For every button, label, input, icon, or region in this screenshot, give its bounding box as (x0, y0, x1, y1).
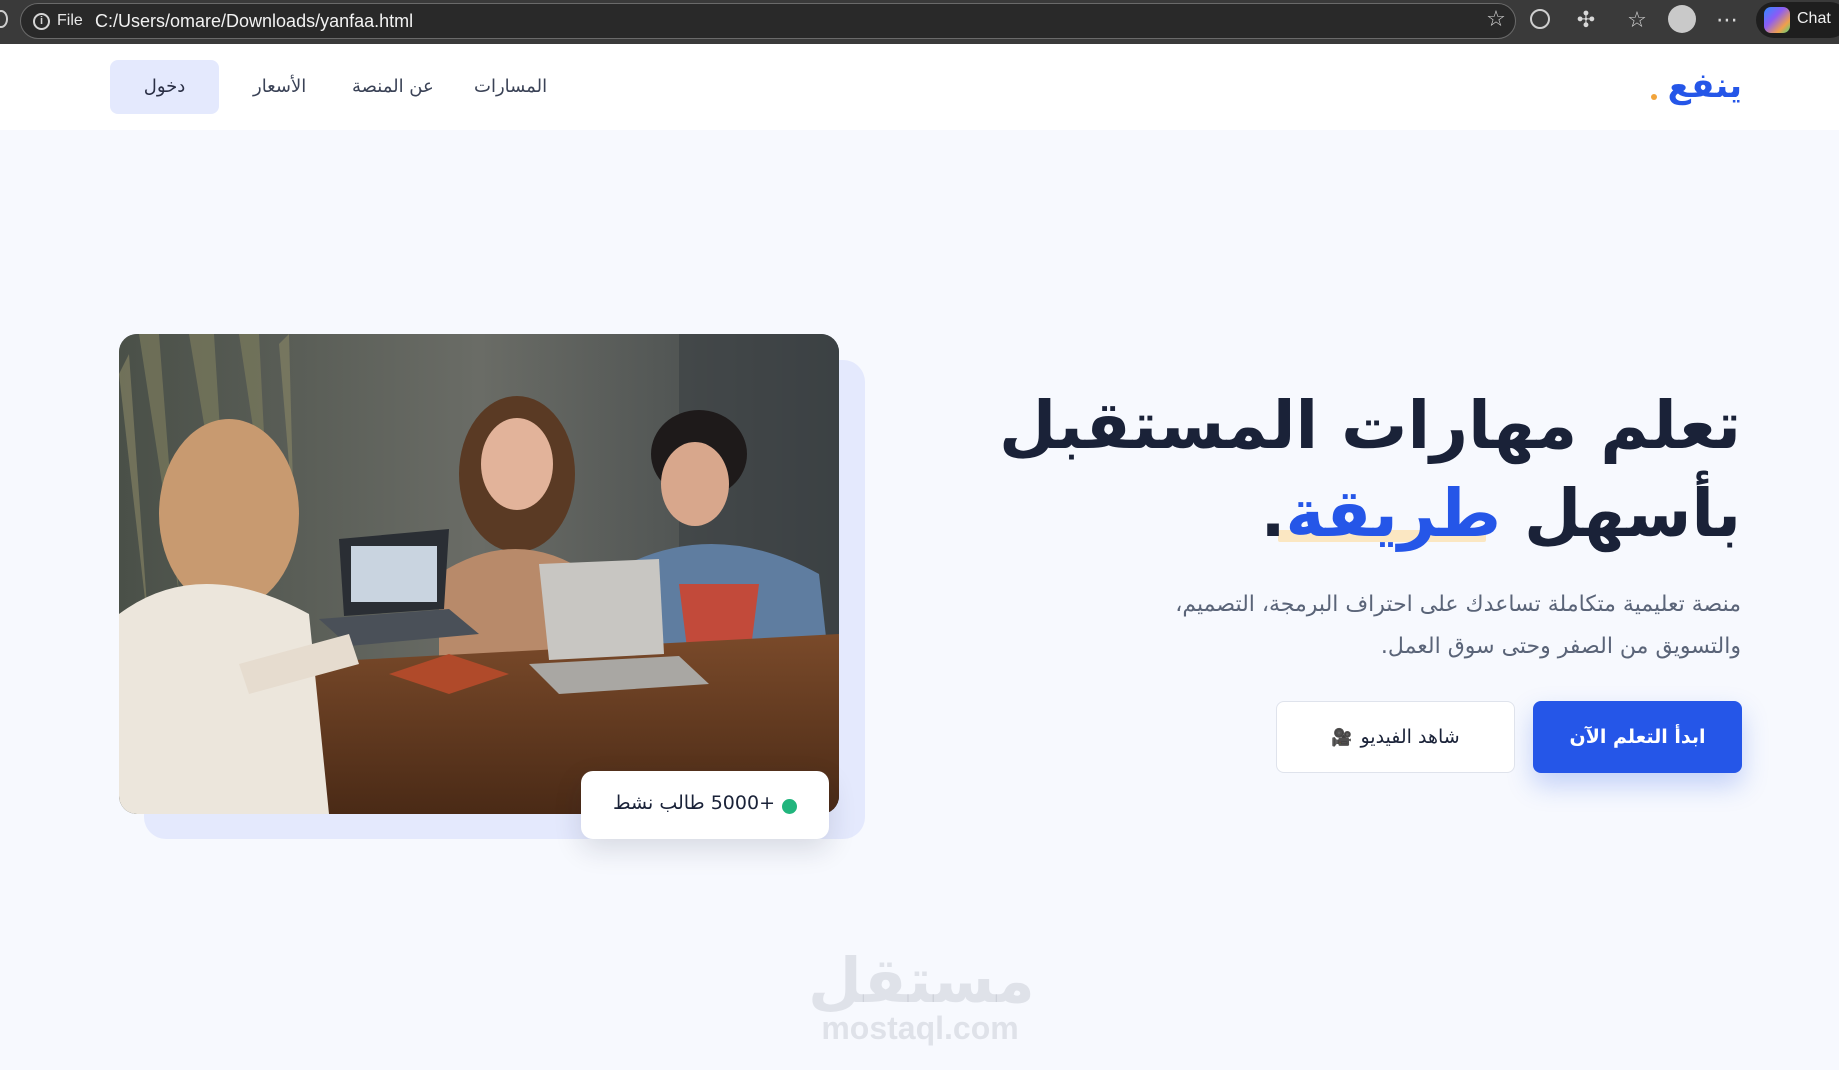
watermark-latin: mostaql.com (821, 1010, 1019, 1046)
hero-title-line1: تعلم مهارات المستقبل (999, 387, 1741, 464)
watch-video-button[interactable]: 🎥 شاهد الفيديو (1276, 701, 1515, 773)
copilot-chat-button[interactable]: Chat (1756, 2, 1839, 38)
start-learning-button[interactable]: ابدأ التعلم الآن (1533, 701, 1742, 773)
site-header: دخول الأسعار عن المنصة المسارات ينفع (0, 44, 1839, 130)
star-icon[interactable]: ☆ (1483, 7, 1509, 33)
video-camera-icon: 🎥 (1331, 728, 1353, 748)
address-url[interactable]: C:/Users/omare/Downloads/yanfaa.html (95, 11, 413, 32)
hero-title-accent: طريقة (1285, 475, 1502, 552)
browser-toolbar: i File C:/Users/omare/Downloads/yanfaa.h… (0, 0, 1839, 44)
hero-title: تعلم مهارات المستقبل بأسهل طريقة. (941, 382, 1741, 558)
login-button[interactable]: دخول (110, 60, 219, 114)
watermark-arabic: مستقل (808, 944, 1035, 1017)
reload-icon[interactable] (0, 10, 8, 28)
logo-dot (1651, 94, 1657, 100)
hero-subtitle: منصة تعليمية متكاملة تساعدك على احتراف ا… (1101, 584, 1741, 668)
extensions-icon[interactable]: ✣ (1573, 8, 1599, 34)
hero-subtitle-line2: والتسويق من الصفر وحتى سوق العمل. (1380, 634, 1741, 659)
hero-subtitle-line1: منصة تعليمية متكاملة تساعدك على احتراف ا… (1175, 592, 1741, 617)
address-bar[interactable]: i File C:/Users/omare/Downloads/yanfaa.h… (20, 3, 1516, 39)
favorites-icon[interactable]: ☆ (1624, 8, 1650, 34)
watch-video-label: شاهد الفيديو (1360, 726, 1460, 748)
nav-link-tracks[interactable]: المسارات (474, 76, 547, 97)
hero-title-line2-start: بأسهل (1501, 475, 1741, 552)
profile-avatar[interactable] (1668, 5, 1696, 33)
info-icon[interactable]: i (33, 13, 50, 30)
status-dot-icon (782, 799, 797, 814)
active-students-badge: +5000 طالب نشط (581, 771, 829, 839)
site-logo[interactable]: ينفع (1668, 66, 1742, 106)
file-scheme-label: File (57, 12, 83, 29)
copilot-icon (1764, 7, 1790, 33)
chat-label: Chat (1797, 10, 1831, 27)
hero-title-end: . (1260, 475, 1286, 552)
nav-link-about[interactable]: عن المنصة (352, 76, 434, 97)
nav-link-pricing[interactable]: الأسعار (253, 76, 306, 97)
more-icon[interactable]: ⋯ (1714, 8, 1740, 34)
active-students-text: +5000 طالب نشط (613, 792, 775, 814)
students-photo-illustration (119, 334, 839, 814)
globe-icon[interactable] (1530, 9, 1550, 29)
hero-image (119, 334, 839, 814)
